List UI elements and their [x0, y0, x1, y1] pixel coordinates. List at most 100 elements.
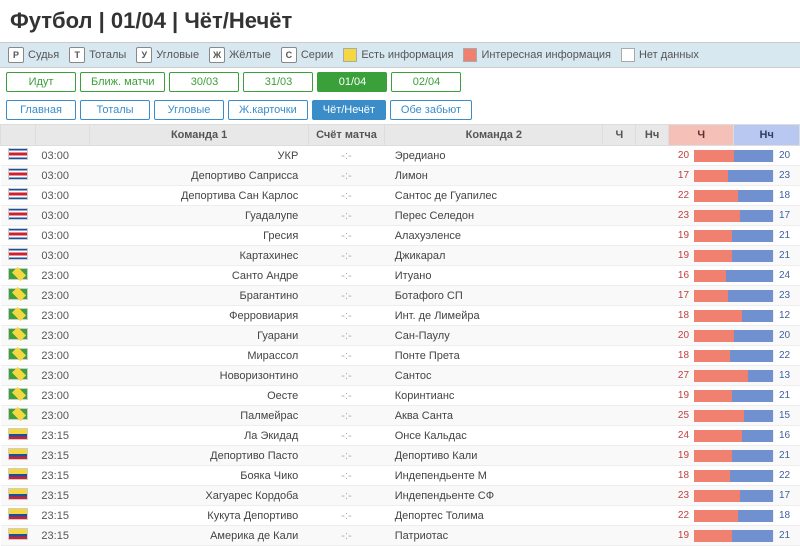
table-row[interactable]: 23:00Брагантино-:-Ботафого СП1723	[1, 286, 800, 306]
nch-cell	[636, 246, 669, 266]
table-row[interactable]: 03:00Гресия-:-Алахуэленсе1921	[1, 226, 800, 246]
team2-cell[interactable]: Индепендьенте СФ	[385, 486, 603, 506]
bar-even	[742, 310, 774, 322]
nch-cell	[636, 446, 669, 466]
team2-cell[interactable]: Итуано	[385, 266, 603, 286]
team1-cell[interactable]: Картахинес	[90, 246, 308, 266]
team1-cell[interactable]: Гресия	[90, 226, 308, 246]
team1-cell[interactable]: Бояка Чико	[90, 466, 308, 486]
table-row[interactable]: 03:00Картахинес-:-Джикарал1921	[1, 246, 800, 266]
odd-num: 22	[674, 190, 692, 201]
team2-cell[interactable]: Онсе Кальдас	[385, 426, 603, 446]
table-row[interactable]: 23:00Оесте-:-Коринтианс1921	[1, 386, 800, 406]
legend-yellow[interactable]: ЖЖёлтые	[209, 47, 271, 63]
even-num: 21	[776, 250, 794, 261]
stats-cell: 2416	[668, 426, 799, 446]
team2-cell[interactable]: Инт. де Лимейра	[385, 306, 603, 326]
flag-cell	[1, 326, 36, 346]
bar-odd	[694, 270, 726, 282]
team1-cell[interactable]: Депортиво Пасто	[90, 446, 308, 466]
tab-corners[interactable]: Угловые	[154, 100, 224, 120]
team1-cell[interactable]: Ла Экидад	[90, 426, 308, 446]
table-row[interactable]: 23:00Гуарани-:-Сан-Паулу2020	[1, 326, 800, 346]
team1-cell[interactable]: Хагуарес Кордоба	[90, 486, 308, 506]
tab-totals[interactable]: Тоталы	[80, 100, 150, 120]
tab-main[interactable]: Главная	[6, 100, 76, 120]
team2-cell[interactable]: Депортес Толима	[385, 506, 603, 526]
score-cell: -:-	[308, 506, 384, 526]
team1-cell[interactable]: Гуарани	[90, 326, 308, 346]
bar-wrap	[694, 430, 773, 442]
table-row[interactable]: 03:00Депортиво Саприсса-:-Лимон1723	[1, 166, 800, 186]
table-row[interactable]: 03:00УКР-:-Эредиано2020	[1, 146, 800, 166]
legend-label: Серии	[301, 49, 333, 61]
nch-cell	[636, 186, 669, 206]
team1-cell[interactable]: Мирассол	[90, 346, 308, 366]
team1-cell[interactable]: Брагантино	[90, 286, 308, 306]
tab-live[interactable]: Идут	[6, 72, 76, 92]
team1-cell[interactable]: Оесте	[90, 386, 308, 406]
table-row[interactable]: 03:00Гуадалупе-:-Перес Селедон2317	[1, 206, 800, 226]
team1-cell[interactable]: Санто Андре	[90, 266, 308, 286]
tab-date-4[interactable]: 02/04	[391, 72, 461, 92]
team2-cell[interactable]: Ботафого СП	[385, 286, 603, 306]
bar-odd	[694, 490, 739, 502]
team2-cell[interactable]: Сантос	[385, 366, 603, 386]
team1-cell[interactable]: Депортива Сан Карлос	[90, 186, 308, 206]
tab-odd-even[interactable]: Чёт/Нечёт	[312, 100, 386, 120]
tab-date-3[interactable]: 01/04	[317, 72, 387, 92]
tab-near[interactable]: Ближ. матчи	[80, 72, 165, 92]
stats-cell: 2218	[668, 186, 799, 206]
team2-cell[interactable]: Сан-Паулу	[385, 326, 603, 346]
stats-cell: 1723	[668, 286, 799, 306]
table-row[interactable]: 23:00Ферровиария-:-Инт. де Лимейра1812	[1, 306, 800, 326]
team1-cell[interactable]: Гуадалупе	[90, 206, 308, 226]
even-num: 21	[776, 450, 794, 461]
tab-both-score[interactable]: Обе забьют	[390, 100, 472, 120]
team2-cell[interactable]: Сантос де Гуапилес	[385, 186, 603, 206]
team1-cell[interactable]: Новоризонтино	[90, 366, 308, 386]
table-row[interactable]: 23:15Ла Экидад-:-Онсе Кальдас2416	[1, 426, 800, 446]
team2-cell[interactable]: Лимон	[385, 166, 603, 186]
team2-cell[interactable]: Перес Селедон	[385, 206, 603, 226]
table-row[interactable]: 23:00Санто Андре-:-Итуано1624	[1, 266, 800, 286]
stats-cell: 2218	[668, 506, 799, 526]
legend-corners[interactable]: УУгловые	[136, 47, 199, 63]
team2-cell[interactable]: Коринтианс	[385, 386, 603, 406]
team2-cell[interactable]: Патриотас	[385, 526, 603, 546]
team2-cell[interactable]: Эредиано	[385, 146, 603, 166]
tab-cards[interactable]: Ж.карточки	[228, 100, 308, 120]
tab-date-2[interactable]: 31/03	[243, 72, 313, 92]
team2-cell[interactable]: Депортиво Кали	[385, 446, 603, 466]
team1-cell[interactable]: Кукута Депортиво	[90, 506, 308, 526]
legend-series[interactable]: ССерии	[281, 47, 333, 63]
table-row[interactable]: 23:00Новоризонтино-:-Сантос2713	[1, 366, 800, 386]
team1-cell[interactable]: Депортиво Саприсса	[90, 166, 308, 186]
team2-cell[interactable]: Индепендьенте М	[385, 466, 603, 486]
table-row[interactable]: 23:15Бояка Чико-:-Индепендьенте М1822	[1, 466, 800, 486]
time-cell: 23:00	[35, 346, 90, 366]
table-row[interactable]: 23:00Мирассол-:-Понте Прета1822	[1, 346, 800, 366]
team2-cell[interactable]: Понте Прета	[385, 346, 603, 366]
score-cell: -:-	[308, 426, 384, 446]
team1-cell[interactable]: Ферровиария	[90, 306, 308, 326]
legend-referee[interactable]: РСудья	[8, 47, 59, 63]
table-row[interactable]: 23:00Палмейрас-:-Аква Санта2515	[1, 406, 800, 426]
bar-wrap	[694, 510, 773, 522]
tab-date-1[interactable]: 30/03	[169, 72, 239, 92]
team2-cell[interactable]: Джикарал	[385, 246, 603, 266]
team2-cell[interactable]: Аква Санта	[385, 406, 603, 426]
table-row[interactable]: 03:00Депортива Сан Карлос-:-Сантос де Гу…	[1, 186, 800, 206]
legend-totals[interactable]: ТТоталы	[69, 47, 126, 63]
table-row[interactable]: 23:15Хагуарес Кордоба-:-Индепендьенте СФ…	[1, 486, 800, 506]
table-row[interactable]: 23:15Америка де Кали-:-Патриотас1921	[1, 526, 800, 546]
team2-cell[interactable]: Алахуэленсе	[385, 226, 603, 246]
team1-cell[interactable]: Палмейрас	[90, 406, 308, 426]
odd-num: 17	[674, 170, 692, 181]
table-row[interactable]: 23:15Депортиво Пасто-:-Депортиво Кали192…	[1, 446, 800, 466]
team1-cell[interactable]: Америка де Кали	[90, 526, 308, 546]
bar-odd	[694, 190, 737, 202]
team1-cell[interactable]: УКР	[90, 146, 308, 166]
bar-even	[738, 190, 774, 202]
table-row[interactable]: 23:15Кукута Депортиво-:-Депортес Толима2…	[1, 506, 800, 526]
